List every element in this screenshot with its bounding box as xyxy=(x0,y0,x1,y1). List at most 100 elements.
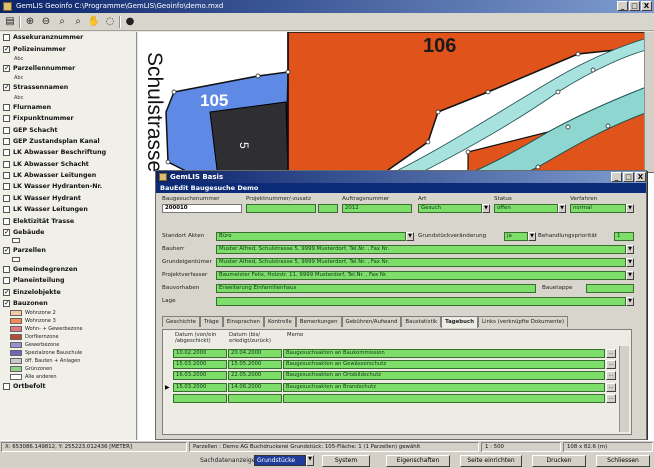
tab-8[interactable]: Links (verknüpfte Dokumente) xyxy=(478,316,569,327)
layer-item[interactable]: LK Wasser Leitungen xyxy=(0,204,136,215)
verfasser-field[interactable]: Baumeister Felix, Holzstr. 11, 9999 Must… xyxy=(216,271,626,280)
cell-datum-bis[interactable]: 20.04.2000 xyxy=(228,349,282,358)
cell-datum-von[interactable]: 10.02.2000 xyxy=(173,349,227,358)
layer-item[interactable]: LK Wasser Hydranten-Nr. xyxy=(0,181,136,192)
layer-item[interactable]: Fixpunktnummer xyxy=(0,113,136,124)
layer-item[interactable]: ✓ Parzellen xyxy=(0,245,136,256)
verfahren-dropdown-icon[interactable]: ▼ xyxy=(626,204,634,213)
layer-checkbox[interactable]: ✓ xyxy=(3,45,10,53)
verfasser-dropdown-icon[interactable]: ▼ xyxy=(626,271,634,280)
grundstueck-select[interactable]: ja xyxy=(504,232,528,241)
cell-memo[interactable]: Baugesuchsakten an Baukommission xyxy=(283,349,605,358)
status-select[interactable]: offen xyxy=(494,204,558,213)
maximize-button[interactable]: □ xyxy=(629,1,640,11)
layer-checkbox[interactable] xyxy=(3,160,10,168)
layer-item[interactable]: ✓ Polizeinummer xyxy=(0,43,136,54)
layer-checkbox[interactable] xyxy=(3,115,10,123)
layer-checkbox[interactable] xyxy=(3,277,10,285)
vorhaben-field[interactable]: Erweiterung Einfamilienhaus xyxy=(216,284,536,293)
cell-datum-von[interactable]: 15.03.2000 xyxy=(173,360,227,370)
layer-checkbox[interactable] xyxy=(3,206,10,214)
layer-item[interactable]: ✓ Parzellennummer xyxy=(0,63,136,74)
cell-memo[interactable]: Baugesuchsakten an Brandschutz xyxy=(283,382,605,392)
layer-checkbox[interactable]: ✓ xyxy=(3,64,10,72)
layer-checkbox[interactable]: ✓ xyxy=(3,288,10,296)
layer-checkbox[interactable] xyxy=(3,172,10,180)
layer-item[interactable]: GEP Zustandsplan Kanal xyxy=(0,136,136,147)
behandlung-field[interactable]: 1 xyxy=(614,232,634,241)
table-scrollbar[interactable] xyxy=(619,346,629,432)
bauherr-field[interactable]: Muster Alfred, Schulstrasse 5, 9999 Must… xyxy=(216,245,626,254)
close-button[interactable]: X xyxy=(641,1,652,11)
layer-checkbox[interactable] xyxy=(3,265,10,273)
table-row[interactable]: 15.03.2000 14.06.2000 Baugesuchsakten an B… xyxy=(173,382,631,393)
zoom-in-icon[interactable]: ⊕ xyxy=(23,15,37,29)
cell-memo[interactable] xyxy=(283,393,605,403)
bauherr-dropdown-icon[interactable]: ▼ xyxy=(626,245,634,254)
lage-dropdown-icon[interactable]: ▼ xyxy=(626,297,634,306)
cell-datum-von[interactable]: 15.03.2000 xyxy=(173,382,227,392)
status-dropdown-icon[interactable]: ▼ xyxy=(558,204,566,213)
layer-item[interactable]: ✓ Strassennamen xyxy=(0,82,136,93)
table-row[interactable]: 15.03.2000 15.05.2000 Baugesuchsakten an G… xyxy=(173,360,631,370)
standort-dropdown-icon[interactable]: ▼ xyxy=(406,232,414,241)
table-row[interactable]: 10.02.2000 20.04.2000 Baugesuchsakten an B… xyxy=(173,349,631,359)
minimize-button[interactable]: _ xyxy=(617,1,628,11)
layer-item[interactable]: ✓ Einzelobjekte xyxy=(0,286,136,297)
layer-item[interactable]: Flurnamen xyxy=(0,102,136,113)
table-row[interactable]: … xyxy=(173,393,631,404)
baugesuchsnummer-field[interactable]: 200010 xyxy=(162,204,242,213)
drucken-button[interactable]: Drucken xyxy=(532,455,586,467)
tab-3[interactable]: Kontrolle xyxy=(263,316,296,327)
cell-memo[interactable]: Baugesuchsakten an Gewässerschutz xyxy=(283,360,605,370)
pan-hand-icon[interactable]: ✋ xyxy=(87,15,101,29)
tab-5[interactable]: Gebühren/Aufwand xyxy=(341,316,402,327)
row-action-button[interactable]: … xyxy=(606,360,616,370)
table-row[interactable]: 16.03.2000 22.05.2000 Baugesuchsakten an O… xyxy=(173,371,631,381)
layer-item[interactable]: LK Abwasser Schacht xyxy=(0,159,136,170)
zoom-previous-icon[interactable]: ⌕ xyxy=(71,15,85,29)
layer-item[interactable]: Ortbefolt xyxy=(0,381,136,392)
projektzusatz-field[interactable] xyxy=(318,204,338,213)
layer-item[interactable]: Assekuranznummer xyxy=(0,32,136,43)
standort-select[interactable]: Büro xyxy=(216,232,406,241)
art-dropdown-icon[interactable]: ▼ xyxy=(482,204,490,213)
row-action-button[interactable]: … xyxy=(606,382,616,392)
layer-checkbox[interactable] xyxy=(3,103,10,111)
layer-checkbox[interactable]: ✓ xyxy=(3,300,10,307)
dialog-close-button[interactable]: X xyxy=(635,172,646,182)
layer-item[interactable]: Gemeindegrenzen xyxy=(0,264,136,275)
cell-datum-bis[interactable] xyxy=(228,393,282,403)
zoom-extent-icon[interactable]: ⌕ xyxy=(55,15,69,29)
layer-checkbox[interactable] xyxy=(3,183,10,191)
lage-field[interactable] xyxy=(216,297,626,306)
layer-item[interactable]: Elektizität Trasse xyxy=(0,215,136,226)
cell-datum-von[interactable] xyxy=(173,393,227,403)
tab-7[interactable]: Tagebuch xyxy=(441,316,479,328)
sachdaten-dropdown-icon[interactable]: ▼ xyxy=(306,455,314,466)
layer-item[interactable]: LK Abwasser Leitungen xyxy=(0,170,136,181)
map-scrollbar[interactable] xyxy=(644,32,654,172)
layer-item[interactable]: Planeinteilung xyxy=(0,275,136,286)
bauetappe-field[interactable] xyxy=(586,284,634,293)
identify-icon[interactable]: ◌ xyxy=(103,15,117,29)
tab-4[interactable]: Bemerkungen xyxy=(295,316,342,327)
eigenschaften-button[interactable]: Eigenschaften xyxy=(386,455,450,467)
layer-checkbox[interactable]: ✓ xyxy=(3,84,10,92)
auftragsnummer-field[interactable]: 2012 xyxy=(342,204,412,213)
tab-0[interactable]: Geschichte xyxy=(162,316,200,327)
cell-datum-bis[interactable]: 22.05.2000 xyxy=(228,371,282,381)
layer-checkbox[interactable] xyxy=(3,34,10,42)
tab-2[interactable]: Einsprachen xyxy=(222,316,264,327)
cell-datum-bis[interactable]: 15.05.2000 xyxy=(228,360,282,370)
building-dark[interactable] xyxy=(209,101,289,179)
refresh-icon[interactable]: ● xyxy=(123,15,137,29)
grundstueck-dropdown-icon[interactable]: ▼ xyxy=(528,232,536,241)
system-button[interactable]: System xyxy=(322,455,370,467)
cell-datum-bis[interactable]: 14.06.2000 xyxy=(228,382,282,392)
layer-icon[interactable]: ▤ xyxy=(3,15,17,29)
sachdaten-select[interactable]: Grundstücke xyxy=(254,455,306,466)
layer-checkbox[interactable] xyxy=(3,194,10,202)
layer-item-bauzonen[interactable]: ✓ Bauzonen xyxy=(0,298,136,309)
layer-item[interactable]: LK Wasser Hydrant xyxy=(0,193,136,204)
